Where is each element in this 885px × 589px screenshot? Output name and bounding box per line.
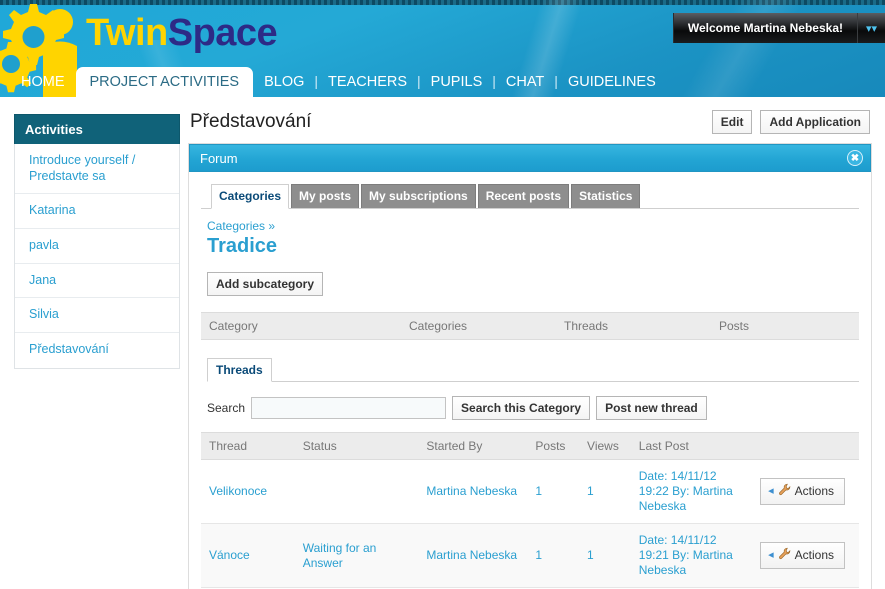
nav-item-teachers[interactable]: TEACHERS <box>319 69 416 98</box>
nav-item-home[interactable]: HOME <box>12 69 74 98</box>
nav-item-guidelines[interactable]: GUIDELINES <box>559 69 665 98</box>
welcome-message: Welcome Martina Nebeska! <box>672 13 857 43</box>
breadcrumb[interactable]: Categories » <box>207 219 859 233</box>
page-title-row: Představování Edit Add Application <box>188 105 872 139</box>
threads-col-status: Status <box>294 432 419 460</box>
category-col-category: Category <box>201 312 401 340</box>
tab-recent-posts[interactable]: Recent posts <box>477 184 570 208</box>
threads-table-body: Velikonoce Martina Nebeska 1 1 Date: 14/… <box>201 459 859 588</box>
wrench-icon <box>778 483 791 500</box>
add-subcategory-button[interactable]: Add subcategory <box>207 272 324 296</box>
thread-posts-count: 1 <box>527 523 580 588</box>
logo-text-space: Space <box>167 12 278 54</box>
thread-started-by[interactable]: Martina Nebeska <box>418 459 528 524</box>
forum-panel-title: Forum <box>200 150 238 166</box>
sidebar-title: Activities <box>14 114 180 144</box>
site-header: TwinSpace Welcome Martina Nebeska! ▾▾ HO… <box>0 0 885 97</box>
tab-categories[interactable]: Categories <box>211 184 290 209</box>
actions-button-label: Actions <box>794 548 834 562</box>
main-content: Představování Edit Add Application Forum… <box>188 105 872 589</box>
thread-actions-cell: ◂ Actions <box>752 523 859 588</box>
tab-threads[interactable]: Threads <box>207 358 272 382</box>
breadcrumb-chevron: » <box>268 219 276 233</box>
table-row[interactable]: Vánoce Waiting for an Answer Martina Neb… <box>201 523 859 588</box>
wrench-icon <box>778 547 791 564</box>
threads-table-header-row: Thread Status Started By Posts Views Las… <box>201 432 859 460</box>
threads-col-actions <box>752 432 859 460</box>
forum-panel: Forum ✖ Categories My posts My subscript… <box>188 143 872 589</box>
thread-posts-count: 1 <box>527 459 580 524</box>
thread-status: Waiting for an Answer <box>294 523 419 588</box>
edit-button[interactable]: Edit <box>711 110 753 134</box>
threads-col-views: Views <box>579 432 631 460</box>
tab-statistics[interactable]: Statistics <box>571 184 641 208</box>
threads-col-last-post: Last Post <box>630 432 753 460</box>
page-title: Představování <box>190 111 312 132</box>
add-subcategory-row: Add subcategory <box>207 272 859 296</box>
thread-views-count: 1 <box>579 459 631 524</box>
threads-table-head: Thread Status Started By Posts Views Las… <box>201 432 859 460</box>
sidebar-item-silvia[interactable]: Silvia <box>15 298 179 333</box>
site-logo-text[interactable]: TwinSpace <box>86 12 278 54</box>
threads-col-started-by: Started By <box>418 432 528 460</box>
welcome-bar-wrap: Welcome Martina Nebeska! ▾▾ <box>672 13 885 43</box>
thread-started-by[interactable]: Martina Nebeska <box>418 523 528 588</box>
table-row[interactable]: Velikonoce Martina Nebeska 1 1 Date: 14/… <box>201 459 859 524</box>
page-body: Activities Introduce yourself / Predstav… <box>0 97 885 589</box>
forum-panel-header: Forum ✖ <box>189 144 871 172</box>
tab-my-posts[interactable]: My posts <box>291 184 360 208</box>
close-icon[interactable]: ✖ <box>847 150 863 166</box>
category-col-threads: Threads <box>556 312 711 340</box>
thread-status <box>294 459 419 524</box>
thread-search-row: Search Search this Category Post new thr… <box>207 396 859 420</box>
threads-tab-bar: Threads <box>207 358 859 382</box>
tab-my-subscriptions[interactable]: My subscriptions <box>361 184 476 208</box>
search-input[interactable] <box>251 397 447 419</box>
category-table-head: Category Categories Threads Posts <box>201 312 859 340</box>
category-heading: Tradice <box>207 235 278 257</box>
threads-col-thread: Thread <box>201 432 295 460</box>
actions-button-label: Actions <box>794 484 834 498</box>
main-navigation: HOME PROJECT ACTIVITIES BLOG | TEACHERS … <box>0 65 885 97</box>
nav-item-blog[interactable]: BLOG <box>255 69 313 98</box>
threads-col-posts: Posts <box>527 432 580 460</box>
sidebar-item-predstavovani[interactable]: Představování <box>15 333 179 367</box>
category-table: Category Categories Threads Posts <box>201 312 859 340</box>
sidebar-item-pavla[interactable]: pavla <box>15 229 179 264</box>
sidebar-item-introduce-yourself[interactable]: Introduce yourself / Predstavte sa <box>15 144 179 195</box>
forum-panel-body: Categories My posts My subscriptions Rec… <box>189 172 871 589</box>
sidebar-list: Introduce yourself / Predstavte sa Katar… <box>14 144 180 370</box>
search-this-category-button[interactable]: Search this Category <box>452 396 591 420</box>
breadcrumb-root[interactable]: Categories <box>207 219 265 233</box>
forum-tab-bar: Categories My posts My subscriptions Rec… <box>201 184 859 209</box>
threads-table: Thread Status Started By Posts Views Las… <box>201 432 859 588</box>
category-col-posts: Posts <box>711 312 859 340</box>
thread-actions-cell: ◂ Actions <box>752 459 859 524</box>
actions-button[interactable]: ◂ Actions <box>760 478 845 505</box>
page-action-buttons: Edit Add Application <box>711 110 870 134</box>
search-label: Search <box>207 401 246 415</box>
left-arrow-icon: ◂ <box>768 485 774 497</box>
category-col-categories: Categories <box>401 312 556 340</box>
thread-last-post[interactable]: Date: 14/11/12 19:22 By: Martina Nebeska <box>630 459 753 524</box>
nav-item-project-activities[interactable]: PROJECT ACTIVITIES <box>75 66 254 97</box>
post-new-thread-button[interactable]: Post new thread <box>596 396 707 420</box>
nav-item-chat[interactable]: CHAT <box>497 69 553 98</box>
add-application-button[interactable]: Add Application <box>760 110 870 134</box>
category-table-header-row: Category Categories Threads Posts <box>201 312 859 340</box>
left-arrow-icon: ◂ <box>768 549 774 561</box>
logo-text-twin: Twin <box>86 12 168 54</box>
chevron-down-icon[interactable]: ▾▾ <box>857 13 885 43</box>
sidebar-item-katarina[interactable]: Katarina <box>15 194 179 229</box>
thread-title-velikonoce[interactable]: Velikonoce <box>201 459 295 524</box>
activities-sidebar: Activities Introduce yourself / Predstav… <box>14 114 180 370</box>
nav-item-pupils[interactable]: PUPILS <box>422 69 492 98</box>
actions-button[interactable]: ◂ Actions <box>760 542 845 569</box>
thread-title-vanoce[interactable]: Vánoce <box>201 523 295 588</box>
thread-views-count: 1 <box>579 523 631 588</box>
thread-last-post[interactable]: Date: 14/11/12 19:21 By: Martina Nebeska <box>630 523 753 588</box>
sidebar-item-jana[interactable]: Jana <box>15 264 179 299</box>
